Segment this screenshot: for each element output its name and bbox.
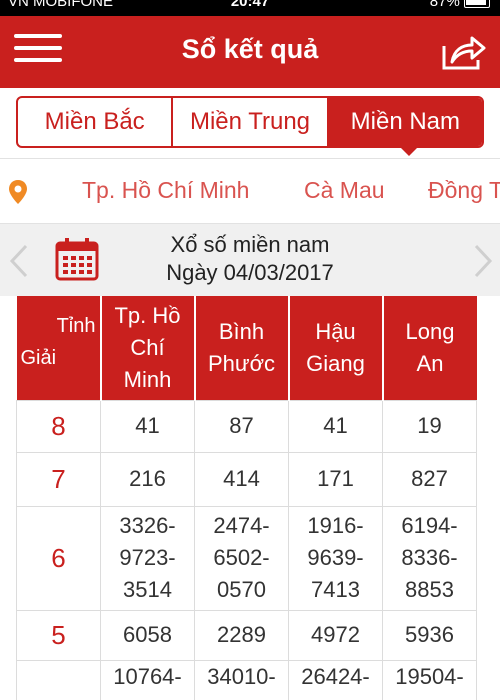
column-header: Bình Phước bbox=[194, 296, 290, 400]
date-navigation: Xổ số miền nam Ngày 04/03/2017 bbox=[0, 224, 500, 296]
table-row: 10764-17534 34010-41385 26424-16242 1950… bbox=[16, 659, 477, 700]
chevron-left-icon[interactable] bbox=[8, 244, 32, 278]
result-cell: 827 bbox=[382, 451, 477, 507]
region-selector: Miền Bắc Miền Trung Miền Nam bbox=[0, 88, 500, 158]
result-cell: 41 bbox=[288, 399, 383, 453]
corner-header: Tỉnh Giải bbox=[16, 296, 102, 400]
result-cell: 2289 bbox=[194, 609, 289, 661]
result-cell: 2474- 6502- 0570 bbox=[194, 505, 289, 611]
result-cell: 19 bbox=[382, 399, 477, 453]
province-strip[interactable]: Tp. Hồ Chí Minh Cà Mau Đồng Tháp bbox=[0, 158, 500, 224]
share-icon[interactable] bbox=[440, 32, 488, 72]
result-cell: 216 bbox=[100, 451, 195, 507]
page-title: Sổ kết quả bbox=[181, 34, 319, 64]
column-header: Tp. Hồ Chí Minh bbox=[100, 296, 196, 400]
tab-mien-trung[interactable]: Miền Trung bbox=[173, 98, 329, 146]
result-cell: 41 bbox=[100, 399, 195, 453]
results-table: Tỉnh Giải Tp. Hồ Chí Minh Bình Phước Hậu Gia… bbox=[16, 296, 477, 700]
tab-mien-nam[interactable]: Miền Nam bbox=[328, 98, 482, 146]
prize-column-label: Giải bbox=[20, 347, 57, 369]
table-row: 8 41 87 41 19 bbox=[16, 399, 477, 453]
chevron-right-icon[interactable] bbox=[470, 244, 494, 278]
table-row: 5 6058 2289 4972 5936 bbox=[16, 609, 477, 661]
province-item-ca-mau[interactable]: Cà Mau bbox=[304, 177, 385, 204]
tab-mien-bac[interactable]: Miền Bắc bbox=[18, 98, 174, 146]
prize-label bbox=[16, 659, 101, 700]
result-cell: 19504-27772 bbox=[382, 659, 477, 700]
app-header: Sổ kết quả bbox=[0, 16, 500, 88]
calendar-icon[interactable] bbox=[54, 236, 100, 282]
column-header: Hậu Giang bbox=[288, 296, 384, 400]
table-row: 7 216 414 171 827 bbox=[16, 451, 477, 507]
status-bar: VN MOBIFONE 20:47 87% bbox=[0, 0, 500, 16]
result-cell: 26424-16242 bbox=[288, 659, 383, 700]
prize-label: 8 bbox=[16, 399, 101, 453]
table-header-row: Tỉnh Giải Tp. Hồ Chí Minh Bình Phước Hậu Gia… bbox=[16, 296, 477, 400]
table-row: 6 3326- 9723- 3514 2474- 6502- 0570 1916- 963… bbox=[16, 505, 477, 611]
result-cell: 3326- 9723- 3514 bbox=[100, 505, 195, 611]
battery-percent: 87% bbox=[429, 0, 460, 10]
prize-label: 6 bbox=[16, 505, 101, 611]
result-cell: 6194- 8336- 8853 bbox=[382, 505, 477, 611]
result-cell: 34010-41385 bbox=[194, 659, 289, 700]
location-pin-icon bbox=[9, 180, 27, 204]
prize-label: 7 bbox=[16, 451, 101, 507]
result-cell: 1916- 9639- 7413 bbox=[288, 505, 383, 611]
battery-status: 87% bbox=[430, 0, 490, 10]
result-cell: 171 bbox=[288, 451, 383, 507]
result-cell: 4972 bbox=[288, 609, 383, 661]
column-header: Long An bbox=[382, 296, 477, 400]
result-cell: 414 bbox=[194, 451, 289, 507]
prize-label: 5 bbox=[16, 609, 101, 661]
lottery-region-title: Xổ số miền nam bbox=[170, 232, 330, 257]
province-item-hcm[interactable]: Tp. Hồ Chí Minh bbox=[82, 177, 249, 204]
battery-icon bbox=[464, 0, 490, 9]
clock: 20:47 bbox=[230, 0, 270, 10]
result-cell: 6058 bbox=[100, 609, 195, 661]
region-tabs: Miền Bắc Miền Trung Miền Nam bbox=[16, 96, 484, 148]
active-tab-pointer bbox=[399, 146, 419, 156]
lottery-date: Ngày 04/03/2017 bbox=[166, 260, 334, 285]
province-item-dong-thap[interactable]: Đồng Tháp bbox=[428, 177, 500, 204]
result-cell: 5936 bbox=[382, 609, 477, 661]
province-column-label: Tỉnh bbox=[56, 315, 96, 337]
result-cell: 87 bbox=[194, 399, 289, 453]
result-cell: 10764-17534 bbox=[100, 659, 195, 700]
